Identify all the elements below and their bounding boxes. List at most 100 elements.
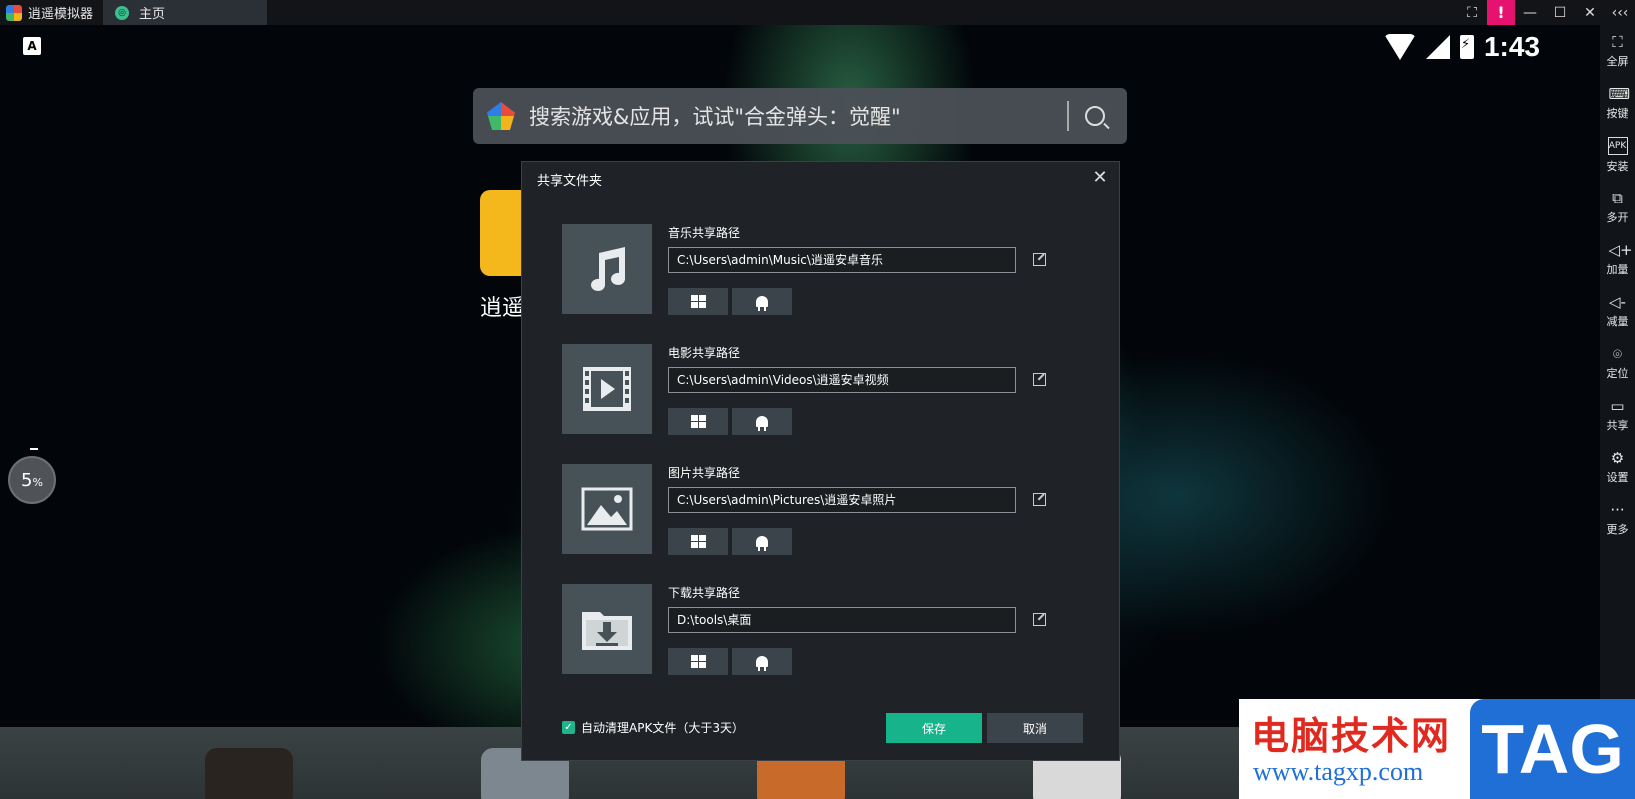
section-label: 音乐共享路径 xyxy=(668,226,741,240)
video-path-field[interactable]: C:\Users\admin\Videos\逍遥安卓视频 xyxy=(668,367,1016,393)
section-label: 电影共享路径 xyxy=(668,346,741,360)
volume-up-icon: ◁+ xyxy=(1608,240,1633,259)
windows-icon xyxy=(690,655,706,668)
sidebar-item-fullscreen[interactable]: ⛶ 全屏 xyxy=(1600,25,1635,77)
battery-icon xyxy=(1459,35,1474,59)
open-in-windows-button[interactable] xyxy=(668,288,728,315)
collapse-sidebar-button[interactable]: ‹‹‹ xyxy=(1605,0,1635,25)
maximize-button[interactable]: ☐ xyxy=(1545,0,1575,25)
picture-share-section: 图片共享路径 C:\Users\admin\Pictures\逍遥安卓照片 xyxy=(562,464,1102,556)
edit-icon[interactable] xyxy=(1033,613,1046,626)
minimize-button[interactable]: — xyxy=(1515,0,1545,25)
open-in-android-button[interactable] xyxy=(732,408,792,435)
watermark-title: 电脑技术网 xyxy=(1251,713,1452,758)
search-bar[interactable]: 搜索游戏&应用，试试"合金弹头：觉醒" xyxy=(473,88,1127,144)
sidebar-item-keyboard[interactable]: ⌨ 按键 xyxy=(1600,77,1635,129)
cancel-button[interactable]: 取消 xyxy=(987,713,1083,743)
android-icon xyxy=(756,296,768,311)
open-in-windows-button[interactable] xyxy=(668,648,728,675)
android-icon xyxy=(756,416,768,431)
music-path-field[interactable]: C:\Users\admin\Music\逍遥安卓音乐 xyxy=(668,247,1016,273)
screenshot-icon[interactable]: ⛶ xyxy=(1457,0,1487,25)
download-share-section: 下载共享路径 D:\tools\桌面 xyxy=(562,584,1102,676)
location-icon: ⌾ xyxy=(1612,344,1622,363)
window-controls: ⛶ ! — ☐ ✕ ‹‹‹ xyxy=(1457,0,1635,25)
dock-app-1[interactable] xyxy=(205,748,293,799)
music-icon xyxy=(562,224,652,314)
apk-icon: APK xyxy=(1607,136,1628,155)
android-icon xyxy=(756,536,768,551)
more-icon: ··· xyxy=(1610,500,1625,519)
image-icon xyxy=(562,464,652,554)
section-label: 图片共享路径 xyxy=(668,466,741,480)
edit-icon[interactable] xyxy=(1033,493,1046,506)
alert-button[interactable]: ! xyxy=(1487,0,1515,25)
edit-icon[interactable] xyxy=(1033,373,1046,386)
clock: 1:43 xyxy=(1483,31,1540,62)
sidebar-item-location[interactable]: ⌾ 定位 xyxy=(1600,337,1635,389)
watermark-url: www.tagxp.com xyxy=(1253,757,1424,786)
progress-tick xyxy=(30,448,38,450)
windows-icon xyxy=(690,535,706,548)
wifi-icon xyxy=(1383,34,1416,60)
search-logo-icon xyxy=(487,102,515,130)
auto-clean-checkbox[interactable]: ✓ xyxy=(562,721,575,734)
app-logo-icon xyxy=(6,4,22,21)
windows-icon xyxy=(690,415,706,428)
save-button[interactable]: 保存 xyxy=(886,713,982,743)
section-label: 下载共享路径 xyxy=(668,586,741,600)
search-divider xyxy=(1067,101,1069,131)
app-title: 逍遥模拟器 xyxy=(0,0,103,25)
search-input[interactable]: 搜索游戏&应用，试试"合金弹头：觉醒" xyxy=(529,101,1067,131)
sidebar-item-more[interactable]: ··· 更多 xyxy=(1600,493,1635,545)
open-in-windows-button[interactable] xyxy=(668,528,728,555)
home-tab-icon: ◎ xyxy=(115,5,130,20)
download-folder-icon xyxy=(562,584,652,674)
watermark: 电脑技术网 www.tagxp.com TAG xyxy=(1239,699,1635,799)
progress-unit: % xyxy=(32,475,43,489)
open-in-windows-button[interactable] xyxy=(668,408,728,435)
picture-path-field[interactable]: C:\Users\admin\Pictures\逍遥安卓照片 xyxy=(668,487,1016,513)
windows-icon xyxy=(690,295,706,308)
download-path-field[interactable]: D:\tools\桌面 xyxy=(668,607,1016,633)
volume-down-icon: ◁- xyxy=(1609,292,1626,311)
sidebar-item-install[interactable]: APK 安装 xyxy=(1600,129,1635,181)
app-label: 逍遥 xyxy=(480,296,525,321)
progress-ball[interactable]: 5% xyxy=(8,456,56,504)
signal-icon xyxy=(1425,35,1450,59)
sidebar-item-multi[interactable]: ⧉ 多开 xyxy=(1600,181,1635,233)
close-window-button[interactable]: ✕ xyxy=(1575,0,1605,25)
close-icon[interactable]: ✕ xyxy=(1089,166,1111,188)
fullscreen-icon: ⛶ xyxy=(1612,32,1623,51)
keyboard-indicator: A xyxy=(23,37,41,55)
video-share-section: 电影共享路径 C:\Users\admin\Videos\逍遥安卓视频 xyxy=(562,344,1102,436)
auto-clean-option[interactable]: ✓ 自动清理APK文件（大于3天） xyxy=(562,719,744,736)
open-in-android-button[interactable] xyxy=(732,288,792,315)
auto-clean-label: 自动清理APK文件（大于3天） xyxy=(581,721,744,735)
right-toolbar: ⛶ 全屏 ⌨ 按键 APK 安装 ⧉ 多开 ◁+ 加量 ◁- 减量 ⌾ 定位 ▭… xyxy=(1600,25,1635,799)
folder-icon: ▭ xyxy=(1610,396,1625,415)
sidebar-item-volume-down[interactable]: ◁- 减量 xyxy=(1600,285,1635,337)
android-icon xyxy=(756,656,768,671)
sidebar-item-settings[interactable]: ⚙ 设置 xyxy=(1600,441,1635,493)
gear-icon: ⚙ xyxy=(1610,448,1625,467)
search-icon[interactable] xyxy=(1085,106,1105,126)
video-icon xyxy=(562,344,652,434)
status-bar: 1:43 xyxy=(1383,31,1540,63)
sidebar-item-share[interactable]: ▭ 共享 xyxy=(1600,389,1635,441)
app-name: 逍遥模拟器 xyxy=(28,7,94,22)
watermark-tag: TAG xyxy=(1470,699,1635,799)
title-bar: 逍遥模拟器 ◎ 主页 ⛶ ! — ☐ ✕ ‹‹‹ xyxy=(0,0,1635,25)
open-in-android-button[interactable] xyxy=(732,528,792,555)
dialog-title: 共享文件夹 xyxy=(537,174,603,189)
edit-icon[interactable] xyxy=(1033,253,1046,266)
tab-home[interactable]: ◎ 主页 xyxy=(103,0,268,25)
shared-folder-dialog: 共享文件夹 ✕ 音乐共享路径 C:\Users\admin\Music\逍遥安卓… xyxy=(521,161,1120,761)
home-tab-label: 主页 xyxy=(139,7,166,22)
open-in-android-button[interactable] xyxy=(732,648,792,675)
sidebar-item-volume-up[interactable]: ◁+ 加量 xyxy=(1600,233,1635,285)
progress-value: 5 xyxy=(21,469,33,491)
multi-instance-icon: ⧉ xyxy=(1612,188,1623,207)
keyboard-icon: ⌨ xyxy=(1608,84,1631,103)
music-share-section: 音乐共享路径 C:\Users\admin\Music\逍遥安卓音乐 xyxy=(562,224,1102,316)
